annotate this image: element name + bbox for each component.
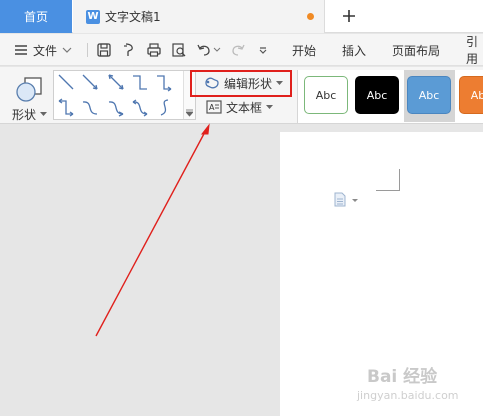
shape-style-4[interactable]: Abc xyxy=(459,76,483,114)
shape-style-label: Abc xyxy=(366,88,388,102)
tab-document[interactable]: W 文字文稿1 xyxy=(73,0,325,33)
connector-gallery[interactable] xyxy=(53,70,196,120)
print-icon[interactable] xyxy=(146,42,162,58)
gallery-more-icon xyxy=(186,109,193,117)
textbox-icon: A xyxy=(206,100,222,114)
shape-style-3[interactable]: Abc xyxy=(407,76,451,114)
file-menu[interactable]: 文件 xyxy=(14,34,72,66)
watermark: Bai 经验 jingyan.baidu.com xyxy=(355,362,479,408)
tab-document-title: 文字文稿1 xyxy=(105,10,161,24)
tab-home-label: 首页 xyxy=(23,10,48,24)
watermark-main: Bai 经验 xyxy=(367,367,438,387)
edit-shape-button[interactable]: 编辑形状 xyxy=(204,73,290,93)
tab-bar: 首页 W 文字文稿1 xyxy=(0,0,483,33)
shape-icon xyxy=(16,77,42,102)
menu-divider xyxy=(87,43,88,57)
tab-page-layout[interactable]: 页面布局 xyxy=(392,34,440,66)
writer-logo-letter: W xyxy=(87,11,99,22)
page-margin-corner xyxy=(376,169,400,191)
shape-label: 形状 xyxy=(12,108,37,122)
file-menu-label: 文件 xyxy=(33,43,58,58)
edit-shape-label: 编辑形状 xyxy=(224,76,273,91)
shape-style-label: Abc xyxy=(470,88,483,102)
shape-style-label: Abc xyxy=(315,88,337,102)
tab-references[interactable]: 引用 xyxy=(466,34,483,66)
shape-dropdown-icon xyxy=(40,112,47,116)
watermark-sub: jingyan.baidu.com xyxy=(357,389,459,402)
textbox-label: 文本框 xyxy=(226,100,263,115)
shape-button[interactable]: 形状 xyxy=(10,71,50,122)
redo-icon[interactable] xyxy=(230,42,246,58)
menu-bar: 文件 开始 插入 页面布局 引用 xyxy=(0,34,483,66)
ribbon: 形状 编辑形状 A 文本框 Abc Abc Abc Ab xyxy=(0,67,483,124)
shape-style-1[interactable]: Abc xyxy=(304,76,348,114)
plus-icon xyxy=(343,10,355,22)
hamburger-icon xyxy=(15,45,27,55)
undo-dropdown-icon[interactable] xyxy=(213,47,221,53)
print-preview-icon[interactable] xyxy=(171,42,187,58)
undo-icon[interactable] xyxy=(196,42,212,58)
chevron-down-icon xyxy=(62,47,72,53)
paste-options-icon[interactable] xyxy=(334,192,362,208)
more-tools-icon[interactable] xyxy=(258,45,268,55)
textbox-dropdown-icon xyxy=(266,104,274,109)
tab-insert[interactable]: 插入 xyxy=(342,34,366,66)
svg-text:A: A xyxy=(209,103,215,112)
edit-shape-icon xyxy=(205,77,219,89)
writer-logo-icon: W xyxy=(86,9,100,24)
shape-style-label: Abc xyxy=(418,88,440,102)
format-painter-icon[interactable] xyxy=(121,42,137,58)
edit-shape-dropdown-icon xyxy=(276,80,284,85)
connector-shapes-icon xyxy=(58,74,172,117)
shape-style-2[interactable]: Abc xyxy=(355,76,399,114)
textbox-button[interactable]: A 文本框 xyxy=(206,97,276,117)
unsaved-indicator xyxy=(307,13,314,20)
new-tab-button[interactable] xyxy=(339,3,359,29)
save-icon[interactable] xyxy=(96,42,112,58)
tab-start[interactable]: 开始 xyxy=(292,34,316,66)
tab-home[interactable]: 首页 xyxy=(0,0,72,33)
